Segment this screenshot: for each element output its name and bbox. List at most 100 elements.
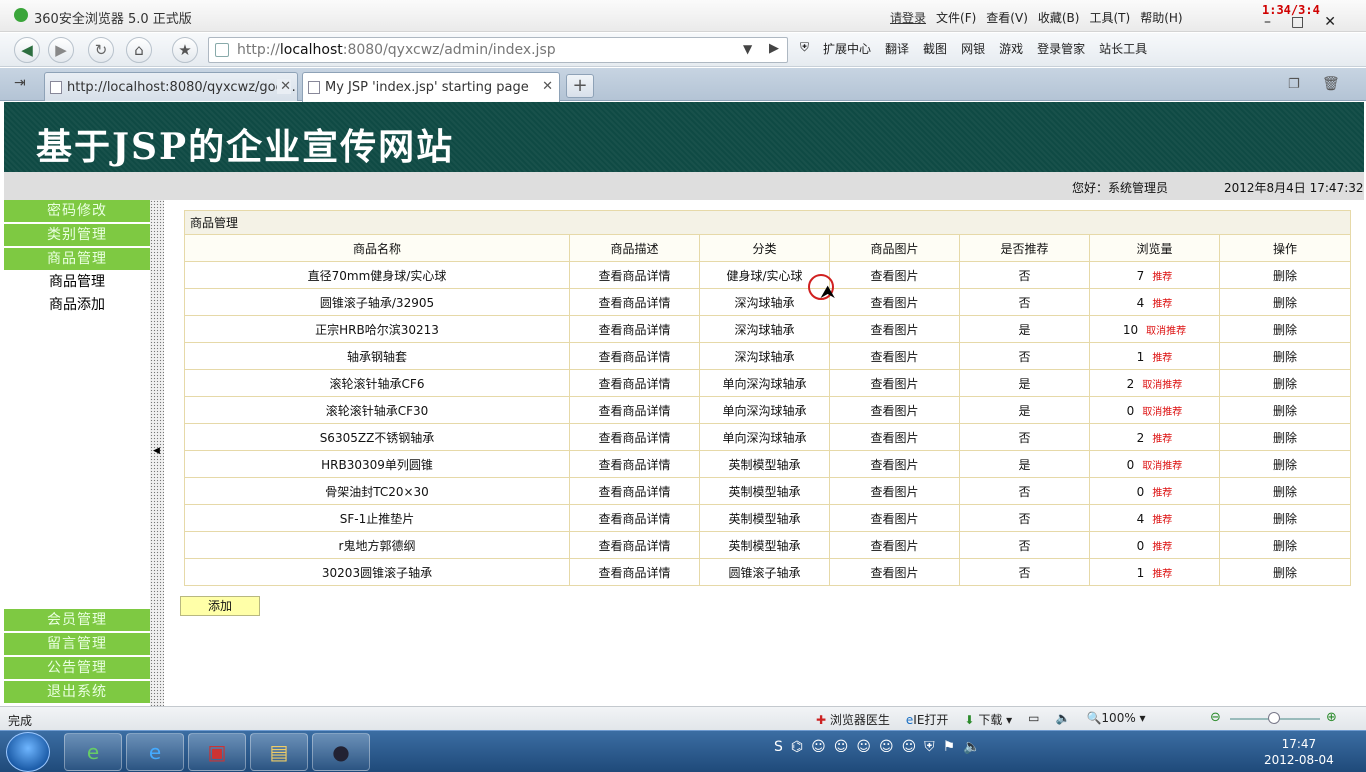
- delete-link[interactable]: 删除: [1218, 531, 1352, 559]
- view-details-link[interactable]: 查看商品详情: [569, 423, 700, 451]
- go-icon[interactable]: ▶: [769, 41, 779, 56]
- delete-link[interactable]: 删除: [1218, 450, 1352, 478]
- tray-network-icon[interactable]: ⌬: [791, 739, 803, 755]
- sound-icon[interactable]: 🔈: [1056, 711, 1071, 728]
- restore-tabs-icon[interactable]: ❐: [1288, 77, 1300, 92]
- view-image-link[interactable]: 查看图片: [829, 423, 960, 451]
- toggle-recommend-link[interactable]: 推荐: [1152, 488, 1172, 499]
- delete-link[interactable]: 删除: [1218, 477, 1352, 505]
- taskbar-toolbox-icon[interactable]: ▣: [188, 733, 246, 771]
- tray-volume-icon[interactable]: 🔈: [963, 739, 980, 755]
- tray-ime-icon[interactable]: S: [774, 739, 783, 755]
- close-icon[interactable]: ✕: [1324, 14, 1336, 30]
- delete-link[interactable]: 删除: [1218, 261, 1352, 289]
- zoom-control[interactable]: 🔍100% ▾: [1086, 711, 1145, 728]
- view-image-link[interactable]: 查看图片: [829, 315, 960, 343]
- tab-close-icon[interactable]: ✕: [539, 79, 553, 94]
- sidebar-item-messages[interactable]: 留言管理: [4, 633, 150, 656]
- sidebar-item-categories[interactable]: 类别管理: [4, 224, 150, 247]
- menu-favorites[interactable]: 收藏(B): [1038, 9, 1080, 26]
- toggle-recommend-link[interactable]: 推荐: [1152, 272, 1172, 283]
- sidebar-item-goods[interactable]: 商品管理: [4, 248, 150, 271]
- sidebar-item-password[interactable]: 密码修改: [4, 200, 150, 223]
- view-details-link[interactable]: 查看商品详情: [569, 558, 700, 586]
- view-image-link[interactable]: 查看图片: [829, 288, 960, 316]
- trash-icon[interactable]: 🗑: [1322, 76, 1340, 92]
- delete-link[interactable]: 删除: [1218, 288, 1352, 316]
- toggle-recommend-link[interactable]: 推荐: [1152, 434, 1172, 445]
- minimize-icon[interactable]: –: [1264, 14, 1271, 30]
- toolbar-translate[interactable]: 翻译: [885, 40, 909, 57]
- view-details-link[interactable]: 查看商品详情: [569, 261, 700, 289]
- frame-splitter[interactable]: ◀: [150, 200, 164, 706]
- toggle-recommend-link[interactable]: 取消推荐: [1142, 461, 1182, 472]
- view-image-link[interactable]: 查看图片: [829, 342, 960, 370]
- delete-link[interactable]: 删除: [1218, 315, 1352, 343]
- tray-qq-icon[interactable]: ☺: [902, 739, 917, 755]
- taskbar-360-browser-icon[interactable]: e: [64, 733, 122, 771]
- delete-link[interactable]: 删除: [1218, 504, 1352, 532]
- zoom-slider-handle[interactable]: [1268, 712, 1280, 724]
- tab-index[interactable]: My JSP 'index.jsp' starting page ✕: [302, 72, 560, 102]
- view-details-link[interactable]: 查看商品详情: [569, 342, 700, 370]
- tray-qq-icon[interactable]: ☺: [811, 739, 826, 755]
- view-image-link[interactable]: 查看图片: [829, 369, 960, 397]
- view-image-link[interactable]: 查看图片: [829, 396, 960, 424]
- view-details-link[interactable]: 查看商品详情: [569, 531, 700, 559]
- toolbar-login-manager[interactable]: 登录管家: [1037, 40, 1085, 57]
- sidebar-item-notices[interactable]: 公告管理: [4, 657, 150, 680]
- view-image-link[interactable]: 查看图片: [829, 261, 960, 289]
- delete-link[interactable]: 删除: [1218, 558, 1352, 586]
- add-goods-button[interactable]: 添加: [180, 596, 260, 616]
- new-tab-button[interactable]: +: [566, 74, 594, 98]
- refresh-icon[interactable]: ↻: [88, 37, 114, 63]
- toggle-recommend-link[interactable]: 取消推荐: [1142, 380, 1182, 391]
- url-text[interactable]: http://localhost:8080/qyxcwz/admin/index…: [237, 42, 556, 58]
- toolbar-games[interactable]: 游戏: [999, 40, 1023, 57]
- view-image-link[interactable]: 查看图片: [829, 477, 960, 505]
- view-image-link[interactable]: 查看图片: [829, 504, 960, 532]
- forward-icon[interactable]: ▶: [48, 37, 74, 63]
- toggle-recommend-link[interactable]: 推荐: [1152, 353, 1172, 364]
- view-details-link[interactable]: 查看商品详情: [569, 369, 700, 397]
- url-dropdown-icon[interactable]: ▼: [743, 42, 752, 56]
- toolbar-screenshot[interactable]: 截图: [923, 40, 947, 57]
- toolbar-ebank[interactable]: 网银: [961, 40, 985, 57]
- tray-qq-icon[interactable]: ☺: [879, 739, 894, 755]
- menu-help[interactable]: 帮助(H): [1140, 9, 1182, 26]
- zoom-out-icon[interactable]: ⊖: [1210, 710, 1221, 725]
- browser-doctor-button[interactable]: ✚ 浏览器医生: [816, 711, 890, 728]
- view-details-link[interactable]: 查看商品详情: [569, 288, 700, 316]
- shield-icon[interactable]: ⛨: [800, 40, 809, 57]
- view-details-link[interactable]: 查看商品详情: [569, 477, 700, 505]
- sidebar-toggle-icon[interactable]: ⇥: [14, 75, 26, 91]
- toggle-recommend-link[interactable]: 取消推荐: [1142, 407, 1182, 418]
- address-bar[interactable]: http://localhost:8080/qyxcwz/admin/index…: [208, 37, 788, 63]
- toolbar-webmaster[interactable]: 站长工具: [1099, 40, 1147, 57]
- bookmark-star-icon[interactable]: ★: [172, 37, 198, 63]
- view-details-link[interactable]: 查看商品详情: [569, 504, 700, 532]
- tray-qq-icon[interactable]: ☺: [834, 739, 849, 755]
- view-details-link[interactable]: 查看商品详情: [569, 450, 700, 478]
- tab-goods[interactable]: http://localhost:8080/qyxcwz/goo... ✕: [44, 72, 298, 101]
- download-button[interactable]: ⬇ 下载 ▾: [964, 711, 1012, 728]
- tray-qq-icon[interactable]: ☺: [856, 739, 871, 755]
- ie-open-button[interactable]: eIE打开: [906, 711, 949, 728]
- toggle-recommend-link[interactable]: 取消推荐: [1146, 326, 1186, 337]
- tray-security-icon[interactable]: ⛨: [924, 739, 935, 755]
- menu-tools[interactable]: 工具(T): [1089, 9, 1130, 26]
- toggle-recommend-link[interactable]: 推荐: [1152, 569, 1172, 580]
- start-button-icon[interactable]: [6, 732, 50, 772]
- sidebar-item-logout[interactable]: 退出系统: [4, 681, 150, 704]
- maximize-icon[interactable]: □: [1291, 14, 1304, 30]
- tab-close-icon[interactable]: ✕: [277, 79, 291, 94]
- taskbar-ie-icon[interactable]: e: [126, 733, 184, 771]
- delete-link[interactable]: 删除: [1218, 423, 1352, 451]
- taskbar-clock[interactable]: 17:47 2012-08-04: [1264, 736, 1334, 768]
- window-icon[interactable]: ▭: [1028, 711, 1039, 728]
- home-icon[interactable]: ⌂: [126, 37, 152, 63]
- menu-view[interactable]: 查看(V): [986, 9, 1028, 26]
- menu-file[interactable]: 文件(F): [936, 9, 976, 26]
- collapse-arrow-icon[interactable]: ◀: [153, 446, 160, 456]
- delete-link[interactable]: 删除: [1218, 342, 1352, 370]
